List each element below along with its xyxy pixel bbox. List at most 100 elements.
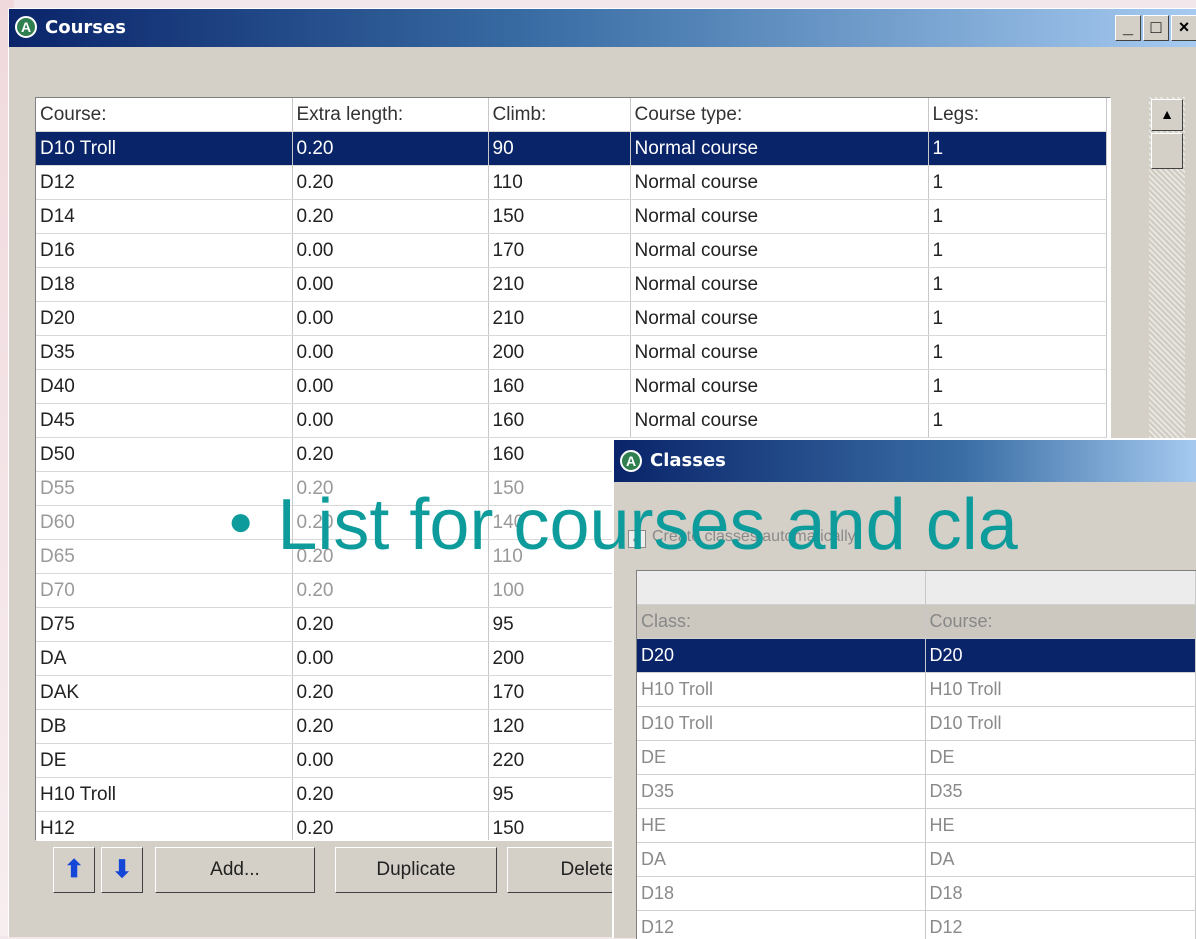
table-cell: HE [925, 809, 1195, 843]
bullet-dot-icon: ● [228, 497, 253, 544]
app-logo-icon: A [15, 16, 37, 38]
table-row[interactable]: DEDE [637, 741, 1195, 775]
table-cell: 0.20 [292, 608, 488, 642]
table-cell: 0.20 [292, 166, 488, 200]
classes-table: Class: Course: D20D20H10 TrollH10 TrollD… [637, 571, 1196, 939]
close-button[interactable]: × [1171, 15, 1196, 41]
minimize-button[interactable]: _ [1115, 15, 1141, 41]
table-cell: 0.00 [292, 642, 488, 676]
table-cell: 0.00 [292, 234, 488, 268]
table-cell: 1 [928, 302, 1106, 336]
move-down-button[interactable]: ⬇ [101, 847, 143, 893]
table-row[interactable]: D10 TrollD10 Troll [637, 707, 1195, 741]
table-cell: DE [925, 741, 1195, 775]
table-cell: D35 [925, 775, 1195, 809]
table-cell: D10 Troll [637, 707, 925, 741]
column-header-course[interactable]: Course: [36, 98, 292, 132]
table-cell: 150 [488, 200, 630, 234]
maximize-button[interactable]: □ [1143, 15, 1169, 41]
table-cell: Normal course [630, 302, 928, 336]
table-cell: DE [36, 744, 292, 778]
duplicate-button[interactable]: Duplicate [335, 847, 497, 893]
table-cell: 0.20 [292, 132, 488, 166]
add-button[interactable]: Add... [155, 847, 315, 893]
table-cell: Normal course [630, 336, 928, 370]
table-row[interactable]: H10 TrollH10 Troll [637, 673, 1195, 707]
classes-grid[interactable]: Class: Course: D20D20H10 TrollH10 TrollD… [636, 570, 1196, 939]
table-cell: 120 [488, 710, 630, 744]
table-row[interactable]: D160.00170Normal course1 [36, 234, 1106, 268]
table-cell: 210 [488, 268, 630, 302]
table-cell: 1 [928, 166, 1106, 200]
table-row[interactable]: D10 Troll0.2090Normal course1 [36, 132, 1106, 166]
table-cell: DAK [36, 676, 292, 710]
table-cell: DE [637, 741, 925, 775]
table-row[interactable]: D12D12 [637, 911, 1195, 939]
table-cell: H10 Troll [637, 673, 925, 707]
scroll-thumb[interactable] [1151, 133, 1183, 169]
classes-group-row [637, 571, 1195, 605]
courses-window-title: Courses [45, 17, 126, 38]
scroll-up-arrow-icon[interactable]: ▲ [1151, 99, 1183, 131]
table-row[interactable]: DADA [637, 843, 1195, 877]
table-cell: 160 [488, 370, 630, 404]
column-header-climb[interactable]: Climb: [488, 98, 630, 132]
table-cell: 200 [488, 642, 630, 676]
table-cell: 0.20 [292, 812, 488, 842]
table-cell: 90 [488, 132, 630, 166]
slide-bullet: ● List for courses and cla [228, 476, 1018, 570]
table-row[interactable]: HEHE [637, 809, 1195, 843]
column-header-legs[interactable]: Legs: [928, 98, 1106, 132]
table-cell: 150 [488, 812, 630, 842]
table-cell: D20 [637, 639, 925, 673]
table-cell: 1 [928, 234, 1106, 268]
table-cell: D75 [36, 608, 292, 642]
table-cell: D14 [36, 200, 292, 234]
table-cell: 0.00 [292, 268, 488, 302]
table-cell: 0.20 [292, 778, 488, 812]
table-row[interactable]: D120.20110Normal course1 [36, 166, 1106, 200]
table-cell: DB [36, 710, 292, 744]
slide-bullet-text: List for courses and cla [277, 485, 1017, 565]
table-cell: 0.20 [292, 676, 488, 710]
table-cell: D18 [925, 877, 1195, 911]
column-header-class[interactable]: Class: [637, 605, 925, 639]
table-cell: D50 [36, 438, 292, 472]
column-header-extra-length[interactable]: Extra length: [292, 98, 488, 132]
table-cell: D12 [637, 911, 925, 939]
table-row[interactable]: D450.00160Normal course1 [36, 404, 1106, 438]
table-cell: 100 [488, 574, 630, 608]
courses-titlebar[interactable]: A Courses _ □ × [9, 9, 1196, 47]
column-header-course-type[interactable]: Course type: [630, 98, 928, 132]
table-cell: D70 [36, 574, 292, 608]
table-cell: Normal course [630, 268, 928, 302]
table-cell: D18 [36, 268, 292, 302]
table-cell: Normal course [630, 166, 928, 200]
table-cell: D12 [925, 911, 1195, 939]
table-cell: 0.00 [292, 302, 488, 336]
table-cell: 1 [928, 370, 1106, 404]
table-cell: D10 Troll [36, 132, 292, 166]
table-row[interactable]: D200.00210Normal course1 [36, 302, 1106, 336]
table-row[interactable]: D180.00210Normal course1 [36, 268, 1106, 302]
table-cell: 0.20 [292, 200, 488, 234]
table-cell: 1 [928, 268, 1106, 302]
table-row[interactable]: D20D20 [637, 639, 1195, 673]
table-cell: H10 Troll [925, 673, 1195, 707]
table-cell: Normal course [630, 200, 928, 234]
table-row[interactable]: D140.20150Normal course1 [36, 200, 1106, 234]
arrow-up-icon: ⬆ [64, 856, 84, 883]
table-row[interactable]: D18D18 [637, 877, 1195, 911]
move-up-button[interactable]: ⬆ [53, 847, 95, 893]
table-cell: 1 [928, 404, 1106, 438]
table-row[interactable]: D35D35 [637, 775, 1195, 809]
table-cell: D10 Troll [925, 707, 1195, 741]
table-cell: 1 [928, 132, 1106, 166]
arrow-down-icon: ⬇ [112, 856, 132, 883]
table-cell: 95 [488, 778, 630, 812]
table-cell: 0.20 [292, 438, 488, 472]
table-row[interactable]: D350.00200Normal course1 [36, 336, 1106, 370]
column-header-course[interactable]: Course: [925, 605, 1195, 639]
table-row[interactable]: D400.00160Normal course1 [36, 370, 1106, 404]
table-cell: D40 [36, 370, 292, 404]
